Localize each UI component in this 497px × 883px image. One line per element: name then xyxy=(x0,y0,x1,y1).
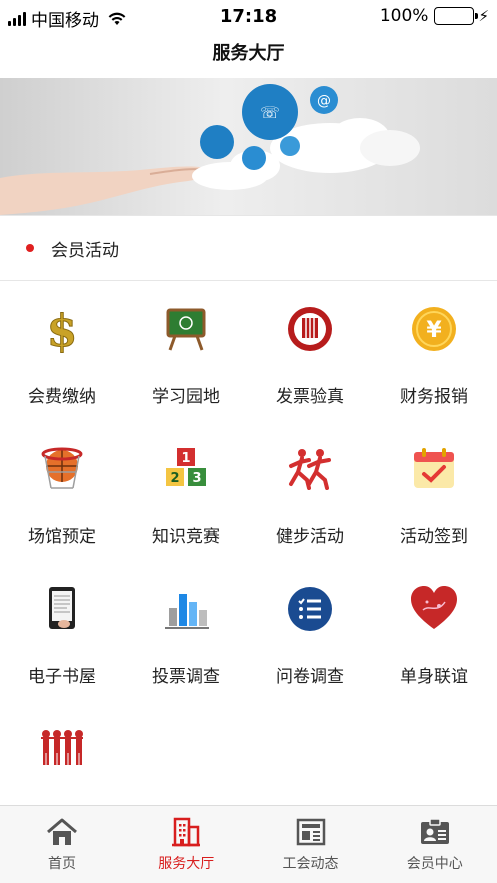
status-right: 100% ⚡ xyxy=(380,6,489,26)
yen-coin-icon: ¥ xyxy=(412,307,456,351)
tab-label: 首页 xyxy=(48,856,76,872)
red-dot-icon xyxy=(26,244,34,252)
grid-item-questionnaire[interactable]: 问卷调查 xyxy=(248,562,372,702)
grid-item-label: 知识竞赛 xyxy=(152,527,220,547)
tab-union-news[interactable]: 工会动态 xyxy=(249,806,373,883)
tab-label: 会员中心 xyxy=(406,856,463,872)
grid-item-label: 会费缴纳 xyxy=(28,387,96,407)
grid-item-label: 活动签到 xyxy=(400,527,468,547)
grid-item-singles[interactable]: 单身联谊 xyxy=(372,562,496,702)
grid-item-venue[interactable]: 场馆预定 xyxy=(0,422,124,562)
nav-bar: 服务大厅 xyxy=(0,34,497,78)
grid-item-reimbursement[interactable]: ¥ 财务报销 xyxy=(372,282,496,422)
grid-item-vote[interactable]: 投票调查 xyxy=(124,562,248,702)
svg-text:¥: ¥ xyxy=(426,318,442,343)
chalkboard-icon xyxy=(166,308,206,351)
grid-item-group[interactable] xyxy=(0,702,124,805)
grid-item-invoice[interactable]: 发票验真 xyxy=(248,282,372,422)
grid-item-label: 电子书屋 xyxy=(28,667,96,687)
runners-icon xyxy=(289,449,331,490)
bar-chart-3d-icon xyxy=(165,594,209,629)
status-bar: 中国移动 17:18 100% ⚡ xyxy=(0,0,497,34)
grid-item-label: 场馆预定 xyxy=(28,527,96,547)
calendar-check-icon xyxy=(414,448,454,488)
grid-item-checkin[interactable]: 活动签到 xyxy=(372,422,496,562)
svg-text:1: 1 xyxy=(181,451,190,466)
grid-item-study[interactable]: 学习园地 xyxy=(124,282,248,422)
svg-text:@: @ xyxy=(317,93,331,109)
grid-item-ebook[interactable]: 电子书屋 xyxy=(0,562,124,702)
building-icon xyxy=(172,817,201,847)
home-icon xyxy=(47,818,77,845)
grid-item-walking[interactable]: 健步活动 xyxy=(248,422,372,562)
banner-image[interactable]: @ ☏ xyxy=(0,78,497,215)
grid-item-membership-fee[interactable]: $ 会费缴纳 xyxy=(0,282,124,422)
grid-item-label: 单身联谊 xyxy=(400,667,468,687)
section-header: 会员活动 xyxy=(0,215,497,281)
grid-item-label: 问卷调查 xyxy=(276,667,344,687)
grid-item-label: 发票验真 xyxy=(276,387,344,407)
battery-percent: 100% xyxy=(379,6,429,26)
section-title: 会员活动 xyxy=(51,240,119,261)
tab-label: 服务大厅 xyxy=(158,856,215,872)
seal-emblem-icon xyxy=(288,307,332,351)
charging-icon: ⚡ xyxy=(478,7,489,25)
svg-text:☏: ☏ xyxy=(260,103,280,122)
checklist-icon xyxy=(288,587,332,631)
grid-item-label: 财务报销 xyxy=(400,387,468,407)
tab-service-hall[interactable]: 服务大厅 xyxy=(124,806,248,883)
service-grid: $ 会费缴纳 学习园地 发票验真 ¥ 财务报销 场馆预定 1 2 3 知识竞赛 … xyxy=(0,282,497,805)
dollar-sign-icon: $ xyxy=(46,306,78,355)
tab-bar: 首页 服务大厅 工会动态 会员中心 xyxy=(0,805,497,883)
heart-icon xyxy=(411,586,457,629)
basketball-hoop-icon xyxy=(41,447,83,489)
member-card-icon xyxy=(420,818,449,844)
tab-member-center[interactable]: 会员中心 xyxy=(373,806,497,883)
number-blocks-icon: 1 2 3 xyxy=(166,448,206,486)
banner-illustration: @ ☏ xyxy=(0,78,497,215)
group-people-icon xyxy=(41,730,83,765)
tab-label: 工会动态 xyxy=(282,856,339,872)
grid-item-label: 健步活动 xyxy=(276,527,344,547)
ebook-reader-icon xyxy=(49,587,75,629)
svg-text:$: $ xyxy=(47,306,78,354)
svg-text:3: 3 xyxy=(192,471,201,486)
svg-text:2: 2 xyxy=(170,471,179,486)
page-title: 服务大厅 xyxy=(212,43,285,64)
battery-icon xyxy=(434,7,479,25)
tab-home[interactable]: 首页 xyxy=(0,806,124,883)
grid-item-label: 学习园地 xyxy=(152,387,220,407)
grid-item-quiz[interactable]: 1 2 3 知识竞赛 xyxy=(124,422,248,562)
newspaper-icon xyxy=(296,818,325,846)
grid-item-label: 投票调查 xyxy=(152,667,220,687)
